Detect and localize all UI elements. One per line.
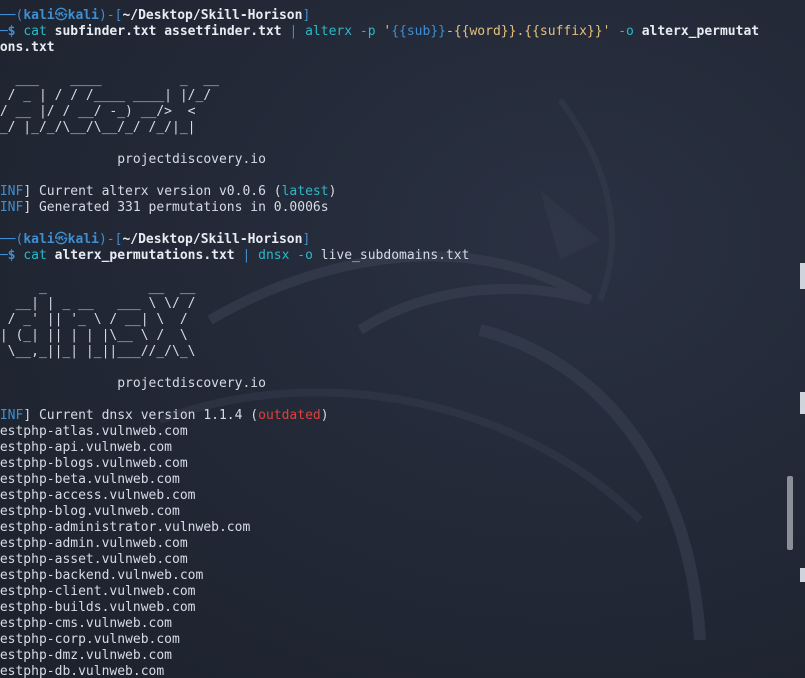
result-line: testphp-corp.vulnweb.com xyxy=(0,632,180,647)
command-arg: alterx_permutat xyxy=(641,24,760,39)
edge-indicator xyxy=(800,568,805,582)
dnsx-banner-line: \__,_||_| |_||___//_/\_\ xyxy=(0,344,196,359)
log-text: Current dnsx version 1.1.4 ( xyxy=(38,408,259,423)
alterx-banner-line: ___ ____ _ __ xyxy=(0,72,219,87)
pattern-separator: - xyxy=(446,24,454,39)
result-line: testphp-dmz.vulnweb.com xyxy=(0,648,173,663)
result-line: testphp-administrator.vulnweb.com xyxy=(0,520,251,535)
pattern-token: {{suffix}} xyxy=(524,24,603,39)
result-line: testphp-admin.vulnweb.com xyxy=(0,536,188,551)
prompt-corner: └─ xyxy=(0,24,8,39)
prompt-user: kali xyxy=(23,8,55,23)
prompt-bracket: )-[ xyxy=(98,232,123,247)
version-status: outdated xyxy=(258,408,321,423)
subdomain-results: testphp-atlas.vulnweb.com testphp-api.vul… xyxy=(0,424,790,678)
site-line: projectdiscovery.io xyxy=(0,376,790,392)
pipe-symbol: | xyxy=(242,248,251,263)
result-line: testphp-builds.vulnweb.com xyxy=(0,600,196,615)
result-line: testphp-atlas.vulnweb.com xyxy=(0,424,188,439)
log-tag: INF xyxy=(0,184,24,199)
result-line: testphp-blogs.vulnweb.com xyxy=(0,456,188,471)
command-line-wrap: ions.txt xyxy=(0,40,55,55)
alterx-banner-line: / _ | / / /____ ____| |/_/ xyxy=(0,88,212,103)
site-line: projectdiscovery.io xyxy=(0,152,790,168)
prompt-bracket: )-[ xyxy=(98,8,123,23)
dnsx-banner-line: _ __ __ xyxy=(0,280,196,295)
dnsx-banner-line: / _' || '_ \ / __| \ / xyxy=(0,312,188,327)
command-arg: alterx_permutations.txt xyxy=(54,248,235,263)
log-text: Current alterx version v0.0.6 ( xyxy=(38,184,282,199)
terminal-window[interactable]: ┌──(kali㉿kali)-[~/Desktop/Skill-Horison]… xyxy=(0,0,805,678)
result-line: testphp-access.vulnweb.com xyxy=(0,488,196,503)
command-flag: -o xyxy=(618,24,634,39)
command-name: dnsx xyxy=(258,248,290,263)
prompt-line: ┌──(kali㉿kali)-[~/Desktop/Skill-Horison] xyxy=(0,8,790,24)
dnsx-banner-line: | (_| || | | |\__ \ / \ xyxy=(0,328,188,343)
command-arg: live_subdomains.txt xyxy=(320,248,470,263)
prompt-bracket-end: ] xyxy=(302,8,311,23)
log-line: [INF] Current alterx version v0.0.6 (lat… xyxy=(0,184,337,199)
log-line: [INF] Generated 331 permutations in 0.00… xyxy=(0,200,329,215)
prompt-path: ~/Desktop/Skill-Horison xyxy=(122,8,303,23)
terminal-output[interactable]: ┌──(kali㉿kali)-[~/Desktop/Skill-Horison]… xyxy=(0,8,790,678)
alterx-banner-line: / __ |/ / __/ -_) __/> < xyxy=(0,104,196,119)
dnsx-banner-line: __| | _ __ ___ \ \/ / xyxy=(0,296,196,311)
alterx-banner-line: /_/ |_/_/\__/\__/_/ /_/|_| xyxy=(0,120,196,135)
log-line: [INF] Current dnsx version 1.1.4 (outdat… xyxy=(0,408,329,423)
prompt-dollar: $ xyxy=(7,248,16,263)
command-arg: assetfinder.txt xyxy=(164,24,282,39)
command-name: cat xyxy=(23,248,47,263)
result-line: testphp-api.vulnweb.com xyxy=(0,440,173,455)
command-arg: subfinder.txt xyxy=(54,24,157,39)
log-text: Generated 331 permutations in 0.0006s xyxy=(38,200,329,215)
pattern-token: {{word}} xyxy=(453,24,517,39)
site-text: projectdiscovery.io xyxy=(117,376,266,391)
prompt-line: ┌──(kali㉿kali)-[~/Desktop/Skill-Horison] xyxy=(0,232,790,248)
prompt-host: kali xyxy=(67,232,99,247)
command-flag: -o xyxy=(297,248,313,263)
command-line: └─$ cat alterx_permutations.txt | dnsx -… xyxy=(0,248,790,264)
command-name: cat xyxy=(23,24,47,39)
prompt-dollar: $ xyxy=(7,24,16,39)
log-tail: ) xyxy=(320,408,329,423)
prompt-corner: ┌── xyxy=(0,232,16,247)
result-line: testphp-blog.vulnweb.com xyxy=(0,504,180,519)
result-line: testphp-db.vulnweb.com xyxy=(0,664,165,678)
command-flag: -p xyxy=(359,24,376,39)
prompt-at: ㉿ xyxy=(54,8,68,23)
edge-indicator xyxy=(800,392,805,414)
prompt-host: kali xyxy=(67,8,99,23)
command-name: alterx xyxy=(305,24,353,39)
pattern-token: {{sub}} xyxy=(391,24,446,39)
command-line: └─$ cat subfinder.txt assetfinder.txt | … xyxy=(0,24,790,40)
quote: ' xyxy=(602,24,611,39)
result-line: testphp-asset.vulnweb.com xyxy=(0,552,188,567)
result-line: testphp-backend.vulnweb.com xyxy=(0,568,204,583)
result-line: testphp-client.vulnweb.com xyxy=(0,584,196,599)
version-status: latest xyxy=(281,184,329,199)
prompt-corner: └─ xyxy=(0,248,8,263)
result-line: testphp-beta.vulnweb.com xyxy=(0,472,180,487)
log-tag: INF xyxy=(0,408,24,423)
site-text: projectdiscovery.io xyxy=(117,152,266,167)
result-line: testphp-cms.vulnweb.com xyxy=(0,616,173,631)
scrollbar-thumb[interactable] xyxy=(787,476,793,550)
prompt-at: ㉿ xyxy=(54,232,68,247)
prompt-path: ~/Desktop/Skill-Horison xyxy=(122,232,303,247)
prompt-bracket-end: ] xyxy=(302,232,311,247)
prompt-corner: ┌── xyxy=(0,8,16,23)
log-tail: ) xyxy=(328,184,337,199)
edge-indicator xyxy=(800,263,805,289)
pipe-symbol: | xyxy=(289,24,298,39)
prompt-user: kali xyxy=(23,232,55,247)
log-tag: INF xyxy=(0,200,24,215)
